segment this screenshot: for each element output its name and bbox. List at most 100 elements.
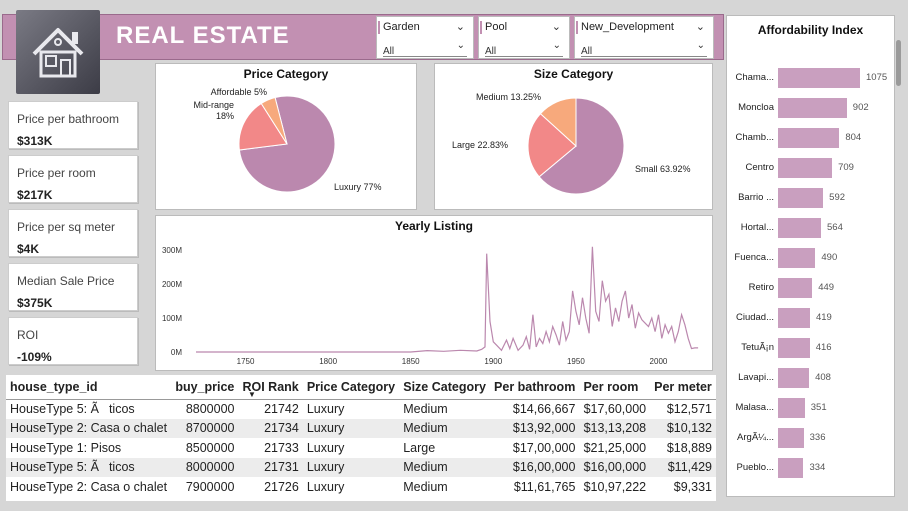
pie-label: Medium 13.25%	[476, 92, 541, 102]
column-header[interactable]: Per meter	[650, 375, 716, 400]
affordability-bar-row[interactable]: Chamb... 804	[727, 128, 896, 148]
slicer-dropdown[interactable]: All ⌄	[383, 40, 467, 57]
table-cell: Luxury	[306, 402, 345, 416]
bar[interactable]	[778, 398, 805, 418]
kpi-card-roi: ROI -109%	[8, 317, 138, 365]
bar[interactable]	[778, 428, 804, 448]
listings-table[interactable]: ▼ house_type_id buy_price ROI Rank Price…	[6, 375, 716, 501]
column-header[interactable]: house_type_id	[6, 375, 172, 400]
yearly-listing-chart[interactable]: Yearly Listing 0M 100M 200M 300M 1750 1800 185…	[155, 215, 713, 371]
table-cell: Medium	[403, 479, 448, 494]
pie-label: Luxury 77%	[334, 182, 382, 192]
slicer-garden[interactable]: Garden ⌄ All ⌄	[376, 16, 474, 59]
kpi-card-price-per-bathroom: Price per bathroom $313K	[8, 101, 138, 149]
bar[interactable]	[778, 68, 860, 88]
bar[interactable]	[778, 308, 810, 328]
column-header[interactable]: Per room	[579, 375, 651, 400]
x-tick-label: 1950	[567, 357, 585, 366]
kpi-card-price-per-room: Price per room $217K	[8, 155, 138, 203]
chevron-down-icon[interactable]: ⌄	[697, 40, 705, 51]
pie-label: Mid-range	[193, 100, 234, 110]
bar[interactable]	[778, 98, 847, 118]
table-cell: $11,61,765	[513, 479, 576, 494]
column-header[interactable]: Price Category	[302, 375, 400, 400]
slicer-dropdown[interactable]: All ⌄	[581, 40, 707, 57]
size-category-chart[interactable]: Size Category Small 63.92% Large 22.83% Me…	[434, 63, 713, 210]
bar[interactable]	[778, 218, 822, 238]
bar[interactable]	[778, 188, 824, 208]
slicer-value: All	[383, 46, 395, 57]
affordability-bar-row[interactable]: Retiro 449	[727, 278, 896, 298]
sort-desc-icon[interactable]: ▼	[248, 390, 256, 399]
affordability-bar-row[interactable]: Malasa... 351	[727, 398, 896, 418]
house-icon	[32, 28, 84, 78]
bar[interactable]	[778, 368, 810, 388]
series-line[interactable]	[196, 246, 699, 353]
table-cell: $18,889	[666, 440, 712, 455]
table-header-row: house_type_id buy_price ROI Rank Price C…	[6, 375, 716, 400]
table-cell: $10,132	[650, 418, 716, 438]
bar-category-label: Lavapi...	[738, 372, 774, 383]
table-row[interactable]: HouseType 1: Pisos 8500000 21733 Luxury Larg…	[6, 438, 716, 458]
bar-value-label: 334	[809, 462, 826, 473]
table-cell: $17,00,000	[512, 440, 576, 455]
chevron-down-icon[interactable]: ⌄	[553, 40, 561, 51]
affordability-bar-row[interactable]: ArgÃ¼... 336	[727, 428, 896, 448]
bar[interactable]	[778, 128, 840, 148]
yearly-listing-line[interactable]: 0M 100M 200M 300M 1750 1800 1850 1900 1950 2000	[156, 216, 714, 372]
affordability-bar-row[interactable]: Hortal... 564	[727, 218, 896, 238]
affordability-index-chart[interactable]: Affordability Index Chama... 1075 Moncloa 9…	[726, 15, 895, 497]
price-category-pie[interactable]: Luxury 77% Mid-range18% Affordable 5%	[156, 64, 418, 211]
bar[interactable]	[778, 338, 810, 358]
bar-category-label: Moncloa	[738, 102, 774, 113]
table-cell: HouseType 5: Ãticos	[6, 457, 172, 477]
scrollbar[interactable]	[896, 40, 901, 86]
column-header[interactable]: buy_price	[171, 375, 239, 400]
kpi-value: $375K	[17, 296, 53, 310]
bar-value-label: 709	[838, 162, 854, 173]
bar-value-label: 902	[852, 102, 869, 113]
table-cell: 7900000	[185, 479, 235, 494]
chevron-down-icon[interactable]: ⌄	[696, 20, 705, 33]
affordability-bar-row[interactable]: Lavapi... 408	[727, 368, 896, 388]
x-tick-label: 2000	[650, 357, 668, 366]
bar-value-label: 1075	[866, 72, 888, 83]
bar-value-label: 408	[815, 372, 831, 383]
size-category-pie[interactable]: Small 63.92% Large 22.83% Medium 13.25%	[435, 64, 714, 211]
table-cell: Luxury	[306, 479, 345, 494]
bar-category-label: Fuenca...	[734, 252, 774, 263]
column-header[interactable]: Per bathroom	[490, 375, 580, 400]
affordability-bar-row[interactable]: Ciudad... 419	[727, 308, 896, 328]
table-row[interactable]: HouseType 5: Ãticos 8800000 21742 Luxury Me…	[6, 399, 716, 419]
price-category-chart[interactable]: Price Category Luxury 77% Mid-range 18% Aff…	[155, 63, 417, 210]
chevron-down-icon[interactable]: ⌄	[457, 40, 465, 51]
slicer-dropdown[interactable]: All ⌄	[485, 40, 563, 57]
affordability-bar-row[interactable]: Moncloa 902	[727, 98, 896, 118]
x-tick-label: 1850	[402, 357, 420, 366]
affordability-bar-row[interactable]: Fuenca... 490	[727, 248, 896, 268]
affordability-bar-row[interactable]: Barrio ... 592	[727, 188, 896, 208]
chevron-down-icon[interactable]: ⌄	[456, 20, 465, 33]
column-header[interactable]: Size Category	[399, 375, 491, 400]
slicer-value: All	[485, 46, 497, 57]
slicer-new-development[interactable]: New_Development ⌄ All ⌄	[574, 16, 714, 59]
pie-label: 18%	[216, 111, 234, 121]
affordability-bar-row[interactable]: Pueblo... 334	[727, 458, 896, 478]
affordability-bar-row[interactable]: Centro 709	[727, 158, 896, 178]
bar[interactable]	[778, 158, 833, 178]
bar[interactable]	[778, 248, 816, 268]
x-tick-label: 1800	[319, 357, 337, 366]
bar[interactable]	[778, 278, 813, 298]
bar-value-label: 419	[815, 312, 832, 323]
table-row[interactable]: HouseType 5: Ãticos 8000000 21731 Luxury Me…	[6, 457, 716, 477]
affordability-bar-row[interactable]: Chama... 1075	[727, 68, 896, 88]
chevron-down-icon[interactable]: ⌄	[552, 20, 561, 33]
slicer-label: Garden	[378, 21, 420, 34]
bar-category-label: Retiro	[748, 282, 774, 293]
table-cell: $17,60,000	[583, 402, 647, 416]
table-row[interactable]: HouseType 2: Casa o chalet 8700000 21734 Lu…	[6, 418, 716, 438]
table-row[interactable]: HouseType 2: Casa o chalet 7900000 21726 Lu…	[6, 477, 716, 497]
slicer-pool[interactable]: Pool ⌄ All ⌄	[478, 16, 570, 59]
bar[interactable]	[778, 458, 804, 478]
affordability-bar-row[interactable]: TetuÃ¡n 416	[727, 338, 896, 358]
